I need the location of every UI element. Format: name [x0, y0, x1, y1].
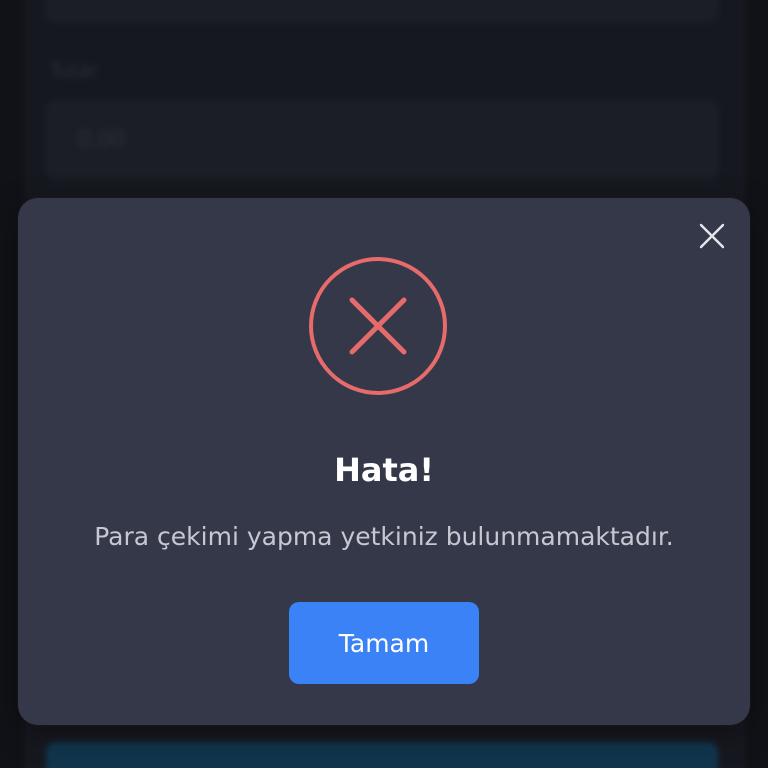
- dialog-title: Hata!: [334, 451, 434, 489]
- ok-button[interactable]: Tamam: [289, 602, 479, 684]
- error-dialog: Hata! Para çekimi yapma yetkiniz bulunma…: [18, 198, 750, 725]
- close-icon: [699, 223, 725, 249]
- error-x-circle-icon: [308, 256, 448, 396]
- screen: Tutar 0,00 Hata! Para çekimi yapma yetki…: [0, 0, 768, 768]
- dialog-message: Para çekimi yapma yetkiniz bulunmamaktad…: [94, 522, 674, 551]
- close-button[interactable]: [696, 220, 728, 252]
